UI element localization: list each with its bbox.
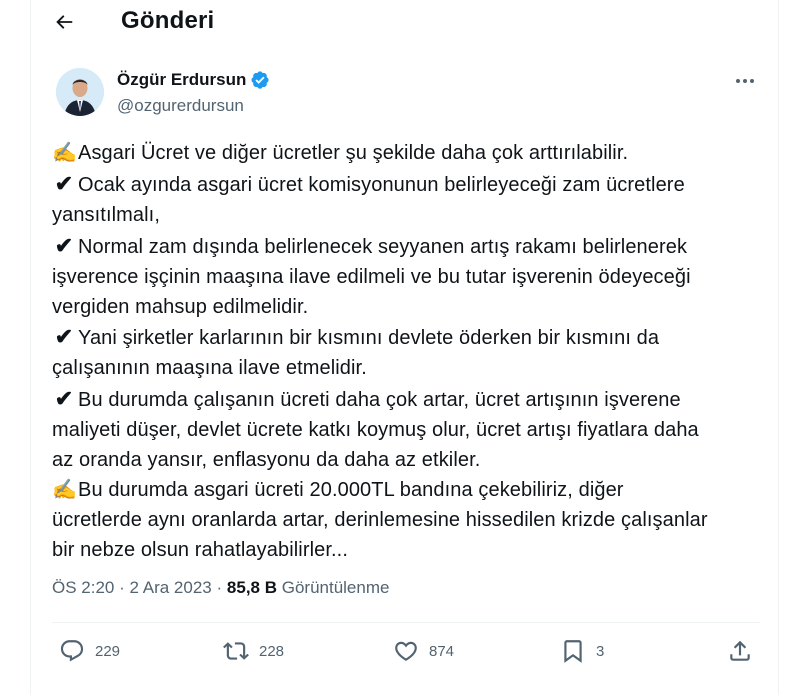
tweet-line-text: maliyeti düşer, devlet ücrete katkı koym…	[52, 419, 699, 442]
tweet-time[interactable]: ÖS 2:20	[52, 578, 114, 597]
writing-hand-icon: ✍️	[52, 142, 78, 164]
reply-count: 229	[95, 642, 121, 660]
tweet-line: maliyeti düşer, devlet ücrete katkı koym…	[52, 416, 762, 446]
arrow-left-icon	[56, 15, 73, 29]
tweet-line-text: Yani şirketler karlarının bir kısmını de…	[78, 327, 660, 350]
tweet-line-text: bir nebze olsun rahatlayabilirler...	[52, 538, 348, 561]
check-mark-icon: ✔	[54, 386, 74, 412]
bookmark-icon	[564, 640, 582, 663]
tweet-line-text: ücretlerde aynı oranlarda artar, derinle…	[52, 508, 708, 531]
tweet-line: ✔ Bu durumda çalışanın ücreti daha çok ar…	[52, 384, 762, 416]
like-button[interactable]: 874	[393, 638, 454, 664]
author-name-text: Özgür Erdursun	[117, 70, 247, 89]
tweet-meta: ÖS 2:20 · 2 Ara 2023 · 85,8 B Görüntülen…	[52, 578, 389, 598]
writing-hand-icon: ✍️	[52, 478, 78, 501]
tweet-line-text: Normal zam dışında belirlenecek seyyanen…	[78, 235, 688, 258]
more-options-button[interactable]	[731, 70, 759, 92]
post-header: Gönderi	[31, 0, 778, 44]
share-button[interactable]	[727, 638, 753, 664]
tweet-line: işverence işçinin maaşına ilave edilmeli…	[52, 263, 762, 293]
author-handle[interactable]: @ozgurerdursun	[117, 96, 244, 116]
tweet-line: ✔ Normal zam dışında belirlenecek seyyane…	[52, 231, 762, 263]
tweet-line: ✍️Bu durumda asgari ücreti 20.000TL band…	[52, 476, 762, 506]
tweet-line: ✔ Yani şirketler karlarının bir kısmını d…	[52, 322, 762, 354]
like-count: 874	[429, 642, 455, 660]
tweet-line-text: yansıtılmalı,	[52, 203, 160, 226]
check-mark-icon: ✔	[54, 324, 74, 350]
repost-icon	[223, 642, 249, 660]
tweet-line: bir nebze olsun rahatlayabilirler...	[52, 536, 762, 566]
tweet-line: ücretlerde aynı oranlarda artar, derinle…	[52, 506, 762, 536]
meta-separator: ·	[216, 578, 223, 597]
view-count: 85,8 B	[226, 578, 277, 597]
check-mark-icon: ✔	[54, 232, 74, 258]
tweet-line-text: çalışanının maaşına ilave etmelidir.	[52, 357, 367, 380]
back-button[interactable]	[49, 8, 79, 36]
tweet-line: ✔ Ocak ayında asgari ücret komisyonunun b…	[52, 169, 762, 201]
tweet-date[interactable]: 2 Ara 2023	[130, 578, 212, 597]
tweet-line: vergiden mahsup edilmelidir.	[52, 293, 762, 323]
tweet-line: yansıtılmalı,	[52, 201, 762, 231]
tweet-line-text: Asgari Ücret ve diğer ücretler şu şekild…	[78, 142, 629, 164]
tweet-line-text: Ocak ayında asgari ücret komisyonunun be…	[78, 173, 685, 196]
more-dots-icon	[736, 79, 754, 83]
author-name[interactable]: Özgür Erdursun	[117, 70, 270, 90]
tweet-line-text: Bu durumda asgari ücreti 20.000TL bandın…	[78, 478, 624, 501]
reply-button[interactable]: 229	[59, 638, 120, 664]
tweet-line: az oranda yansır, enflasyonu da daha az …	[52, 446, 762, 476]
action-bar: 229 228 874 3	[31, 623, 778, 683]
avatar[interactable]	[56, 68, 104, 116]
verified-badge-icon	[251, 71, 269, 89]
post-column: Gönderi Özgür Erdursun @ozgurerdursun ✍️…	[30, 0, 779, 695]
share-icon	[730, 640, 750, 661]
check-mark-icon: ✔	[54, 170, 74, 196]
reply-icon	[60, 640, 84, 662]
tweet-text: ✍️Asgari Ücret ve diğer ücretler şu şeki…	[52, 139, 762, 566]
tweet-line-text: işverence işçinin maaşına ilave edilmeli…	[52, 265, 691, 288]
heart-icon	[395, 641, 417, 661]
tweet-line-text: az oranda yansır, enflasyonu da daha az …	[52, 449, 481, 472]
tweet-line-text: Bu durumda çalışanın ücreti daha çok art…	[78, 389, 681, 412]
tweet-line: ✍️Asgari Ücret ve diğer ücretler şu şeki…	[52, 139, 762, 169]
bookmark-button[interactable]: 3	[560, 638, 604, 664]
page-title: Gönderi	[121, 7, 215, 34]
repost-button[interactable]: 228	[223, 638, 284, 664]
view-count-label: Görüntülenme	[281, 578, 390, 597]
repost-count: 228	[259, 642, 285, 660]
avatar-image	[56, 68, 104, 116]
tweet-line-text: vergiden mahsup edilmelidir.	[52, 295, 309, 318]
meta-separator: ·	[119, 578, 125, 597]
bookmark-count: 3	[596, 642, 605, 660]
tweet-line: çalışanının maaşına ilave etmelidir.	[52, 354, 762, 384]
